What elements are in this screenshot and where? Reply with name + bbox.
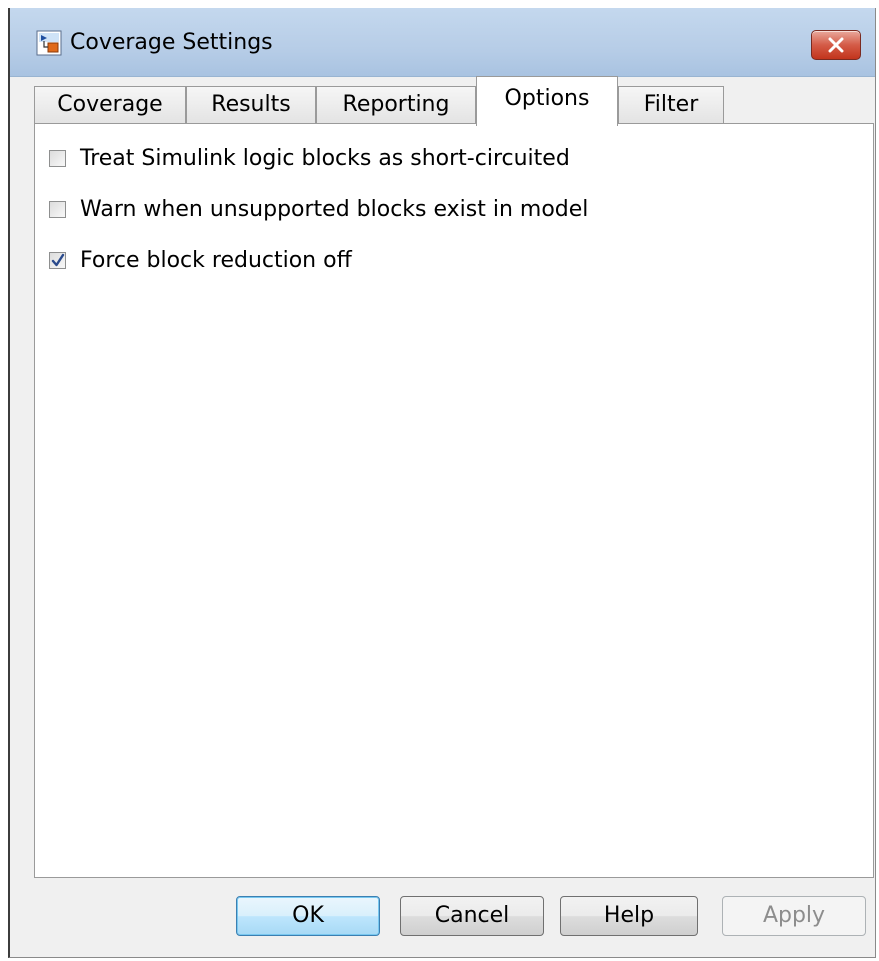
window-title: Coverage Settings bbox=[70, 30, 273, 55]
close-button[interactable] bbox=[811, 30, 861, 60]
tab-strip: Coverage Results Reporting Options Filte… bbox=[34, 76, 874, 126]
tab-reporting[interactable]: Reporting bbox=[316, 86, 476, 124]
tab-results[interactable]: Results bbox=[186, 86, 316, 124]
ok-button[interactable]: OK bbox=[236, 896, 380, 936]
option-label: Treat Simulink logic blocks as short-cir… bbox=[80, 145, 570, 171]
option-label: Force block reduction off bbox=[80, 247, 352, 273]
options-panel: Treat Simulink logic blocks as short-cir… bbox=[34, 123, 874, 878]
apply-button[interactable]: Apply bbox=[722, 896, 866, 936]
title-bar[interactable]: Coverage Settings bbox=[10, 8, 875, 77]
check-mark-icon bbox=[51, 253, 65, 266]
help-button[interactable]: Help bbox=[560, 896, 698, 936]
option-label: Warn when unsupported blocks exist in mo… bbox=[80, 196, 589, 222]
simulink-model-icon bbox=[36, 30, 62, 56]
short-circuit-checkbox[interactable] bbox=[49, 149, 66, 167]
tab-options[interactable]: Options bbox=[476, 76, 618, 126]
option-warn-unsupported[interactable]: Warn when unsupported blocks exist in mo… bbox=[49, 194, 588, 224]
cancel-button[interactable]: Cancel bbox=[400, 896, 544, 936]
coverage-settings-dialog: Coverage Settings Coverage Results Repor… bbox=[8, 8, 876, 958]
tab-filter[interactable]: Filter bbox=[618, 86, 724, 124]
option-force-block-reduction-off[interactable]: Force block reduction off bbox=[49, 245, 352, 275]
tab-coverage[interactable]: Coverage bbox=[34, 86, 186, 124]
warn-unsupported-checkbox[interactable] bbox=[49, 200, 66, 218]
force-block-reduction-checkbox[interactable] bbox=[49, 251, 66, 269]
close-icon bbox=[828, 37, 844, 53]
option-short-circuit[interactable]: Treat Simulink logic blocks as short-cir… bbox=[49, 143, 570, 173]
